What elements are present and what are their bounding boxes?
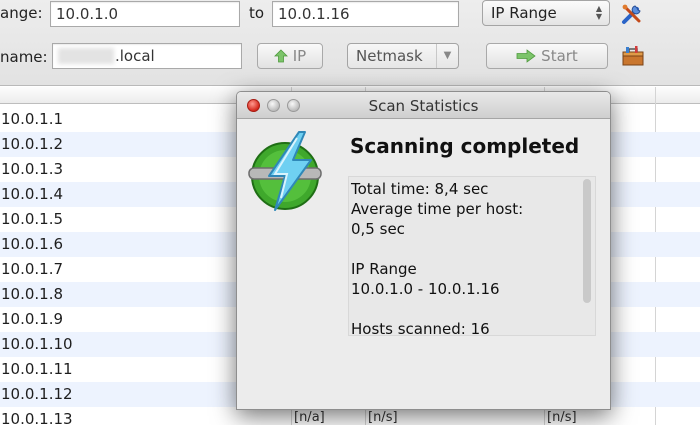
to-label: to — [249, 4, 265, 22]
hostname-suffix: .local — [115, 47, 155, 65]
row-ip: 10.0.1.3 — [1, 160, 64, 178]
row-ip: 10.0.1.12 — [1, 385, 73, 403]
total-time-line: Total time: 8,4 sec — [351, 180, 489, 198]
netmask-select-value: Netmask — [356, 47, 423, 65]
row-ip: 10.0.1.11 — [1, 360, 73, 378]
statistics-scrollbar[interactable] — [583, 179, 591, 303]
row-ip: 10.0.1.9 — [1, 310, 64, 328]
angry-ip-scanner-logo-icon — [248, 131, 322, 211]
scan-status-heading: Scanning completed — [350, 134, 580, 158]
blurred-hostname — [58, 48, 114, 64]
arrow-up-icon — [273, 49, 288, 63]
arrow-right-icon — [516, 49, 536, 63]
netmask-select[interactable]: Netmask ▼ — [347, 43, 459, 69]
row-ip: 10.0.1.1 — [1, 110, 64, 128]
start-button[interactable]: Start — [486, 43, 608, 69]
ip-range-value: 10.0.1.0 - 10.0.1.16 — [351, 280, 500, 298]
ping-cell: [n/a] — [294, 410, 325, 425]
ip-up-button[interactable]: IP — [257, 43, 323, 69]
ip-button-label: IP — [292, 47, 307, 65]
row-ip: 10.0.1.10 — [1, 335, 73, 353]
chevron-down-icon: ▼ — [436, 44, 458, 68]
feeder-select[interactable]: IP Range ▲ ▼ — [482, 0, 610, 26]
dialog-title: Scan Statistics — [368, 97, 479, 115]
avg-time-label: Average time per host: — [351, 200, 524, 218]
ip-range-label: ange: — [0, 4, 43, 22]
toolbox-icon[interactable] — [621, 44, 645, 68]
updown-arrows-icon: ▲ ▼ — [595, 4, 602, 21]
dialog-titlebar[interactable]: Scan Statistics — [237, 92, 610, 119]
hostname-label: name: — [0, 48, 48, 66]
scan-statistics-dialog: Scan Statistics Scanning completed Total… — [236, 91, 611, 410]
feeder-select-value: IP Range — [491, 4, 557, 22]
row-ip: 10.0.1.6 — [1, 235, 64, 253]
row-ip: 10.0.1.4 — [1, 185, 64, 203]
avg-time-value: 0,5 sec — [351, 220, 405, 238]
tools-icon[interactable] — [621, 3, 643, 25]
row-ip: 10.0.1.8 — [1, 285, 64, 303]
toolbar: ange: 10.0.1.0 to 10.0.1.16 IP Range ▲ ▼ … — [0, 0, 700, 86]
ip-start-input[interactable]: 10.0.1.0 — [50, 1, 240, 27]
row-ip: 10.0.1.13 — [1, 410, 73, 425]
hosts-scanned-line: Hosts scanned: 16 — [351, 320, 490, 338]
row-ip: 10.0.1.2 — [1, 135, 64, 153]
hostname-cell: [n/s] — [368, 410, 398, 425]
hostname-input[interactable]: .local — [52, 43, 242, 69]
start-button-label: Start — [541, 47, 578, 65]
ports-cell: [n/s] — [547, 410, 577, 425]
ip-end-input[interactable]: 10.0.1.16 — [272, 1, 459, 27]
statistics-text-area: Total time: 8,4 sec Average time per hos… — [348, 176, 596, 338]
ip-range-heading: IP Range — [351, 260, 417, 278]
row-ip: 10.0.1.7 — [1, 260, 64, 278]
row-ip: 10.0.1.5 — [1, 210, 64, 228]
